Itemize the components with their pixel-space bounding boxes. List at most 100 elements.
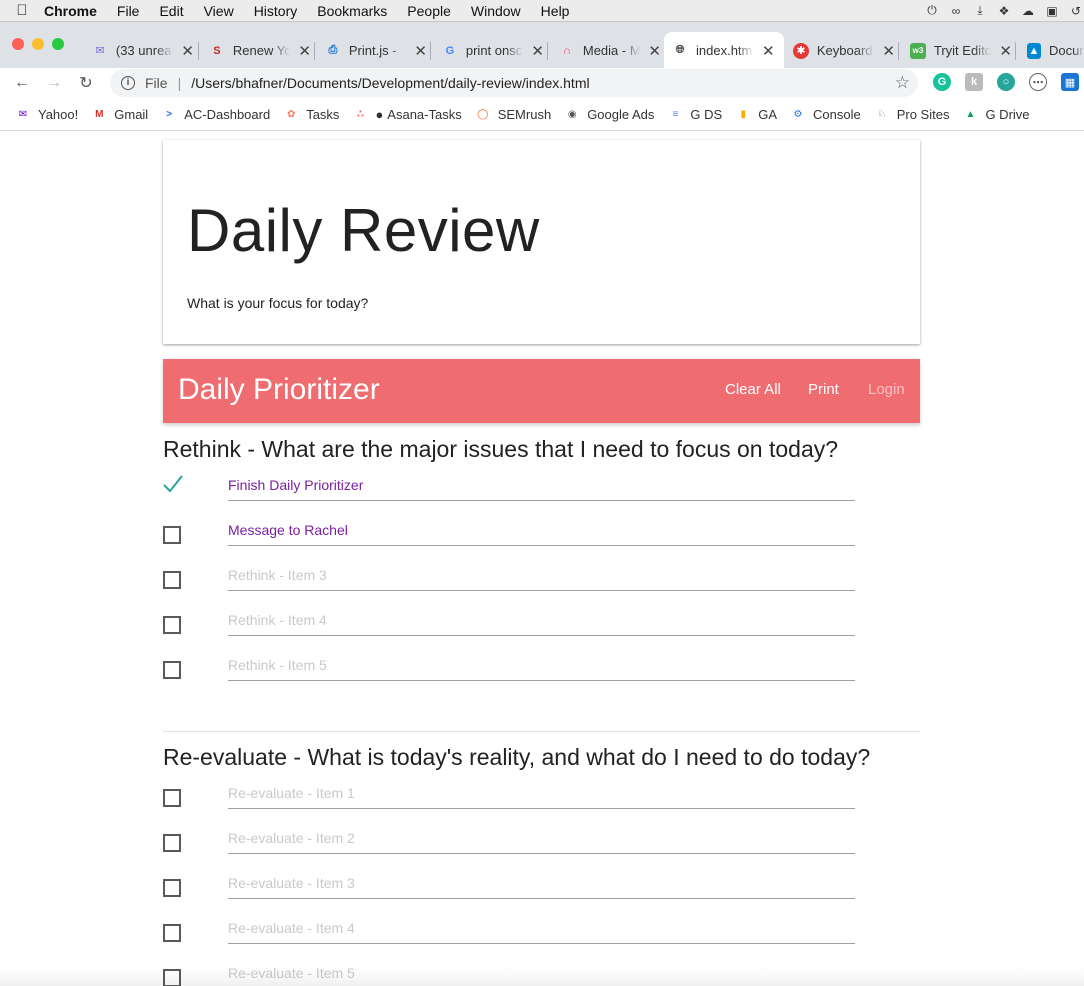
asterisk-icon: ✱ [793,42,809,59]
reevaluate-input-4[interactable]: Re-evaluate - Item 4 [228,912,855,944]
tab-renew[interactable]: S Renew Your ✕ [201,32,311,69]
menu-file[interactable]: File [117,3,140,19]
close-tab-icon[interactable]: ✕ [882,42,895,60]
rethink-checkbox-5[interactable] [163,661,181,679]
close-tab-icon[interactable]: ✕ [414,42,427,60]
dropbox-icon[interactable]: ❖ [996,4,1012,18]
bookmark-ac-dashboard[interactable]: > AC-Dashboard [162,107,270,122]
creative-cloud-icon[interactable]: ∞ [948,4,964,18]
minimize-window-button[interactable] [32,38,44,50]
reevaluate-checkbox-2[interactable] [163,834,181,852]
hero-card: Daily Review What is your focus for toda… [163,140,920,344]
status-icons: ⏻ ∞ ⤓ ❖ ☁ ▣ ↺ [924,0,1084,21]
rethink-input-1[interactable]: Finish Daily Prioritizer [228,469,855,501]
tab-monday[interactable]: ∩ Media - Monday ✕ [551,32,661,69]
reevaluate-input-1[interactable]: Re-evaluate - Item 1 [228,777,855,809]
tab-google-search[interactable]: G print onscreen ✕ [434,32,544,69]
address-url[interactable]: /Users/bhafner/Documents/Development/dai… [191,75,589,91]
window-icon[interactable]: ▣ [1044,4,1060,18]
login-button[interactable]: Login [868,381,905,398]
bookmark-ga[interactable]: ▮ GA [736,107,777,122]
monday-icon: ∩ [562,44,571,57]
reevaluate-input-2[interactable]: Re-evaluate - Item 2 [228,822,855,854]
reevaluate-checkbox-4[interactable] [163,924,181,942]
reevaluate-checkbox-1[interactable] [163,789,181,807]
app-brand[interactable]: Daily Prioritizer [178,373,380,407]
bookmark-google-ads[interactable]: ◉ Google Ads [565,106,655,122]
rethink-input-5[interactable]: Rethink - Item 5 [228,649,855,681]
menu-people[interactable]: People [407,3,451,19]
bookmark-g-drive[interactable]: ▲ G Drive [963,106,1030,122]
close-window-button[interactable] [12,38,24,50]
maximize-window-button[interactable] [52,38,64,50]
checkmark-icon[interactable] [162,473,184,495]
drive-icon: ▲ [965,108,976,120]
bookmark-semrush[interactable]: ◯ SEMrush [476,107,551,122]
reevaluate-checkbox-3[interactable] [163,879,181,897]
clear-all-button[interactable]: Clear All [725,381,781,398]
tab-gmail[interactable]: ✉ (33 unread) ✕ [84,32,194,69]
bookmark-label: G Drive [985,106,1030,122]
s-logo-icon: S [213,44,221,57]
bookmark-pro-sites[interactable]: ♘ Pro Sites [875,107,949,122]
bookmark-gds[interactable]: ≡ G DS [668,107,722,122]
bookmark-console[interactable]: ⚙ Console [791,107,861,122]
rethink-checkbox-3[interactable] [163,571,181,589]
extension-code-icon[interactable]: ⋯ [1029,73,1047,91]
forward-arrow-icon[interactable]: → [38,74,70,92]
tab-index-active[interactable]: 🌐︎ index.html ✕ [664,32,784,69]
grammarly-icon[interactable]: G [933,73,951,91]
rethink-input-4[interactable]: Rethink - Item 4 [228,604,855,636]
tab-printjs[interactable]: ⎙ Print.js - ✕ [317,32,427,69]
menu-edit[interactable]: Edit [159,3,183,19]
cloud-icon[interactable]: ☁ [1020,4,1036,18]
close-tab-icon[interactable]: ✕ [648,42,661,60]
close-tab-icon[interactable]: ✕ [531,42,544,60]
tab-document[interactable]: ▲ Docum [1019,32,1084,69]
macos-menu-bar:  Chrome File Edit View History Bookmark… [0,0,1084,21]
apple-icon[interactable]:  [0,2,44,19]
section-divider [163,731,920,732]
bookmark-yahoo[interactable]: ✉ Yahoo! [16,107,78,122]
bookmark-asana-tasks[interactable]: ∴ ● Asana-Tasks [353,107,462,122]
hubspot-icon: ✿ [287,108,296,120]
extension-tile-icon[interactable]: ▦ [1061,73,1079,91]
back-arrow-icon[interactable]: ← [6,74,38,92]
menu-help[interactable]: Help [541,3,570,19]
rethink-checkbox-4[interactable] [163,616,181,634]
bookmark-gmail[interactable]: M Gmail [92,107,148,122]
power-icon[interactable]: ⏻ [924,3,940,18]
menu-app-name[interactable]: Chrome [44,3,97,19]
tab-keyboard[interactable]: ✱ Keyboard ✕ [785,32,895,69]
address-bar[interactable]: i File | /Users/bhafner/Documents/Develo… [110,69,918,97]
reevaluate-input-3[interactable]: Re-evaluate - Item 3 [228,867,855,899]
menu-history[interactable]: History [254,3,298,19]
bookmark-star-icon[interactable]: ☆ [895,73,910,93]
extension-k-icon[interactable]: k [965,73,983,91]
info-icon[interactable]: i [121,76,135,90]
browser-toolbar: ← → ↻ i File | /Users/bhafner/Documents/… [0,68,1084,98]
download-icon[interactable]: ⤓ [972,3,988,18]
rethink-row-2: Message to Rachel [163,514,855,559]
reevaluate-row-3: Re-evaluate - Item 3 [163,867,855,912]
time-machine-icon[interactable]: ↺ [1068,4,1084,18]
extension-circle-icon[interactable]: ○ [997,73,1015,91]
rethink-checkbox-2[interactable] [163,526,181,544]
rethink-input-2[interactable]: Message to Rachel [228,514,855,546]
bookmark-label: Google Ads [587,106,655,122]
tab-tryit[interactable]: w3 Tryit Editor ✕ [902,32,1012,69]
print-button[interactable]: Print [808,381,839,398]
close-tab-icon[interactable]: ✕ [999,42,1012,60]
menu-view[interactable]: View [204,3,234,19]
rethink-input-3[interactable]: Rethink - Item 3 [228,559,855,591]
close-tab-icon[interactable]: ✕ [181,42,194,60]
bookmark-tasks[interactable]: ✿ Tasks [284,107,339,122]
rethink-section-title: Rethink - What are the major issues that… [163,436,839,462]
menu-window[interactable]: Window [471,3,521,19]
menu-bookmarks[interactable]: Bookmarks [317,3,387,19]
close-tab-icon[interactable]: ✕ [762,42,775,60]
close-tab-icon[interactable]: ✕ [298,42,311,60]
reload-icon[interactable]: ↻ [70,73,102,93]
tab-label: Renew Your [232,43,291,58]
reevaluate-row-2: Re-evaluate - Item 2 [163,822,855,867]
